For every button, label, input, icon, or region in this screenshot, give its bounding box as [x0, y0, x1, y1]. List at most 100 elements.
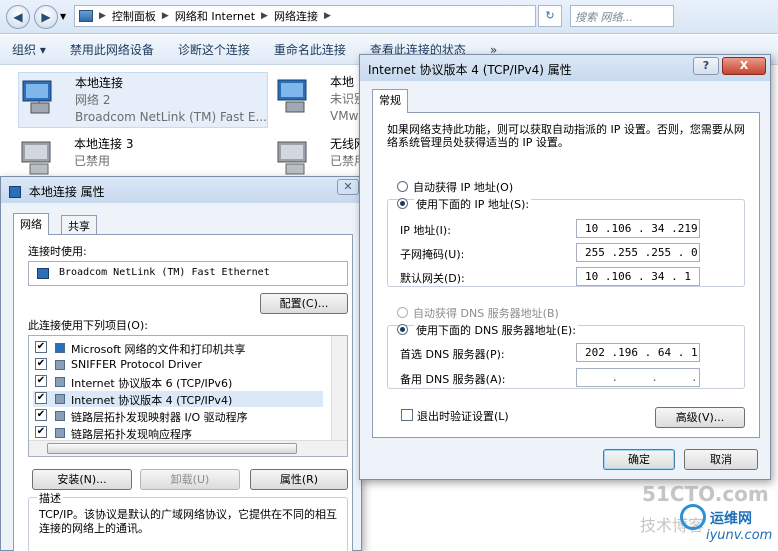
component-row[interactable]: ✔ Internet 协议版本 4 (TCP/IPv4) [33, 391, 323, 407]
validate-label: 退出时验证设置(L) [417, 410, 509, 423]
protocol-icon [55, 394, 65, 404]
disabled-adapter-icon [21, 141, 51, 175]
auto-ip-label: 自动获得 IP 地址(O) [413, 181, 514, 194]
network-connection-icon [9, 186, 21, 198]
manual-dns-label: 使用下面的 DNS 服务器地址(E): [414, 322, 578, 338]
connection-status: 已禁用 [74, 154, 111, 168]
preferred-dns-label: 首选 DNS 服务器(P): [400, 348, 505, 361]
component-checkbox[interactable]: ✔ [35, 375, 47, 387]
refresh-icon[interactable]: ↻ [538, 5, 562, 27]
brand-site: iyunv.com [706, 528, 773, 543]
address-bar: ◀ ▶ ▼ ▶ 控制面板 ▶ 网络和 Internet ▶ 网络连接 ▶ ↻ 搜… [0, 0, 778, 34]
close-icon[interactable]: ✕ [337, 179, 359, 195]
component-label: 链路层拓扑发现映射器 I/O 驱动程序 [71, 411, 248, 424]
intro-text: 如果网络支持此功能，则可以获取自动指派的 IP 设置。否则，您需要从网络系统管理… [387, 123, 745, 149]
recent-pages-chevron-icon[interactable]: ▼ [60, 12, 66, 21]
configure-button[interactable]: 配置(C)... [260, 293, 348, 314]
manual-ip-group: 使用下面的 IP 地址(S): IP 地址(I): 10 .106 . 34 .… [387, 196, 745, 287]
description-text: TCP/IP。该协议是默认的广域网络协议，它提供在不同的相互连接的网络上的通讯。 [39, 508, 337, 535]
auto-ip-radio[interactable] [397, 181, 408, 192]
diagnose-button[interactable]: 诊断这个连接 [166, 41, 262, 58]
connection-name: 本地连接 3 [74, 137, 134, 151]
ok-button[interactable]: 确定 [603, 449, 675, 470]
watermark: 51CTO.com 技术博客 运维网 iyunv.com [636, 480, 778, 551]
adapter-field: Broadcom NetLink (TM) Fast Ethernet [28, 261, 348, 286]
close-icon[interactable]: X [722, 57, 766, 75]
adapter-icon [37, 268, 49, 279]
component-label: Internet 协议版本 4 (TCP/IPv4) [71, 394, 233, 407]
tab-network[interactable]: 网络 [13, 213, 49, 235]
breadcrumb[interactable]: ▶ 控制面板 ▶ 网络和 Internet ▶ 网络连接 ▶ [74, 5, 536, 27]
cancel-button[interactable]: 取消 [684, 449, 758, 470]
forward-button[interactable]: ▶ [34, 5, 58, 29]
protocol-icon [55, 360, 65, 370]
alternate-dns-label: 备用 DNS 服务器(A): [400, 373, 506, 386]
component-checkbox[interactable]: ✔ [35, 358, 47, 370]
connect-using-label: 连接时使用: [28, 245, 87, 258]
search-input[interactable]: 搜索 网络... [570, 5, 674, 27]
alternate-dns-field[interactable]: . . . [576, 368, 700, 387]
component-checkbox[interactable]: ✔ [35, 426, 47, 438]
back-button[interactable]: ◀ [6, 5, 30, 29]
organize-menu[interactable]: 组织 ▾ [0, 41, 58, 58]
network-folder-icon [79, 10, 93, 22]
gateway-label: 默认网关(D): [400, 272, 465, 285]
ip-address-field[interactable]: 10 .106 . 34 .219 [576, 219, 700, 238]
manual-dns-group: 使用下面的 DNS 服务器地址(E): 首选 DNS 服务器(P): 202 .… [387, 322, 745, 389]
protocol-icon [55, 428, 65, 438]
component-row[interactable]: ✔ 链路层拓扑发现映射器 I/O 驱动程序 [33, 408, 323, 424]
component-label: Internet 协议版本 6 (TCP/IPv6) [71, 377, 233, 390]
protocol-icon [55, 343, 65, 353]
rename-button[interactable]: 重命名此连接 [262, 41, 358, 58]
component-checkbox[interactable]: ✔ [35, 392, 47, 404]
description-group: 描述 TCP/IP。该协议是默认的广域网络协议，它提供在不同的相互连接的网络上的… [28, 490, 348, 551]
connection-adapter: Broadcom NetLink (TM) Fast E... [75, 110, 267, 124]
network-tab-panel: 连接时使用: Broadcom NetLink (TM) Fast Ethern… [13, 234, 353, 551]
preferred-dns-field[interactable]: 202 .196 . 64 . 1 [576, 343, 700, 362]
disable-device-button[interactable]: 禁用此网络设备 [58, 41, 166, 58]
watermark-line1: 51CTO.com [642, 482, 769, 506]
protocol-icon [55, 377, 65, 387]
advanced-button[interactable]: 高级(V)... [655, 407, 745, 428]
component-row[interactable]: ✔ 链路层拓扑发现响应程序 [33, 425, 323, 441]
components-list[interactable]: ✔ Microsoft 网络的文件和打印机共享 ✔ SNIFFER Protocol … [28, 335, 348, 457]
disabled-adapter-icon [277, 141, 307, 175]
manual-ip-radio[interactable] [397, 198, 408, 209]
component-checkbox[interactable]: ✔ [35, 409, 47, 421]
breadcrumb-item-control-panel[interactable]: 控制面板 [112, 8, 156, 24]
component-checkbox[interactable]: ✔ [35, 341, 47, 353]
connection-properties-dialog: 本地连接 属性 ✕ 网络 共享 连接时使用: Broadcom NetLink … [0, 176, 362, 551]
component-label: SNIFFER Protocol Driver [71, 358, 202, 371]
validate-checkbox[interactable] [401, 409, 413, 421]
component-row[interactable]: ✔ Internet 协议版本 6 (TCP/IPv6) [33, 374, 323, 390]
protocol-icon [55, 411, 65, 421]
vertical-scrollbar[interactable] [331, 336, 347, 441]
tab-general[interactable]: 常规 [372, 89, 408, 113]
connection-item-local[interactable]: 本地连接 网络 2 Broadcom NetLink (TM) Fast E..… [18, 72, 268, 128]
auto-dns-label: 自动获得 DNS 服务器地址(B) [413, 307, 559, 320]
dialog-title: Internet 协议版本 4 (TCP/IPv4) 属性 [368, 63, 572, 77]
breadcrumb-separator-icon: ▶ [99, 11, 106, 21]
subnet-mask-label: 子网掩码(U): [400, 248, 465, 261]
brand-name: 运维网 [710, 511, 752, 527]
ip-address-label: IP 地址(I): [400, 224, 451, 237]
horizontal-scrollbar[interactable] [29, 440, 347, 456]
tab-sharing[interactable]: 共享 [61, 215, 97, 235]
dialog-title-bar: 本地连接 属性 [1, 177, 361, 203]
component-label: Microsoft 网络的文件和打印机共享 [71, 343, 246, 356]
connection-name: 本地连接 [75, 76, 124, 90]
component-row[interactable]: ✔ Microsoft 网络的文件和打印机共享 [33, 340, 323, 356]
description-label: 描述 [37, 490, 63, 506]
scrollbar-thumb[interactable] [47, 443, 297, 454]
gateway-field[interactable]: 10 .106 . 34 . 1 [576, 267, 700, 286]
brand-logo-icon [680, 504, 706, 530]
component-row[interactable]: ✔ SNIFFER Protocol Driver [33, 357, 323, 373]
connection-item-local-2[interactable]: 本地 未识别 VMw [274, 72, 366, 128]
install-button[interactable]: 安装(N)... [32, 469, 132, 490]
help-icon[interactable]: ? [693, 57, 719, 75]
breadcrumb-item-network-connections[interactable]: 网络连接 [274, 8, 318, 24]
breadcrumb-item-network-internet[interactable]: 网络和 Internet [175, 8, 255, 24]
manual-dns-radio[interactable] [397, 324, 408, 335]
properties-button[interactable]: 属性(R) [250, 469, 348, 490]
subnet-mask-field[interactable]: 255 .255 .255 . 0 [576, 243, 700, 262]
